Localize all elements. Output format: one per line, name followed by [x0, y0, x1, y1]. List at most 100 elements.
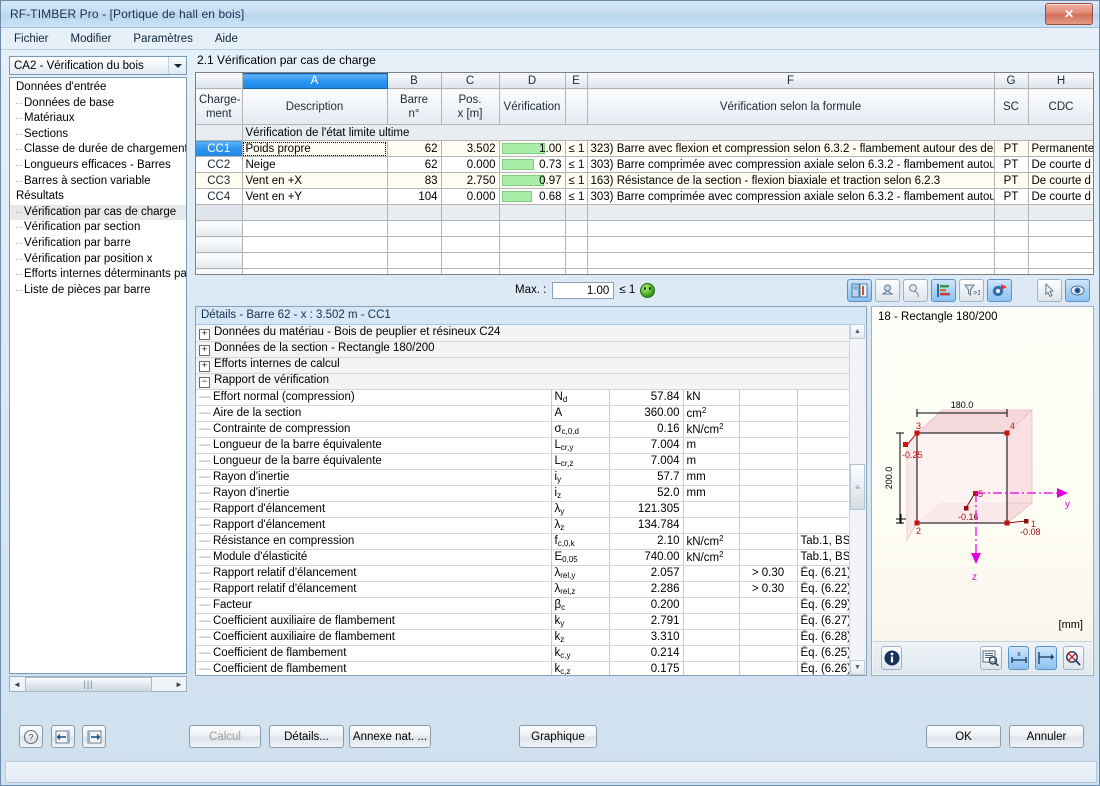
sidebar-item-7[interactable]: Résultats	[10, 189, 186, 205]
scroll-down-icon[interactable]: ▼	[850, 660, 865, 675]
table-zoom-button[interactable]	[980, 646, 1002, 670]
expand-icon[interactable]: +	[199, 361, 210, 372]
column-letter-B[interactable]: B	[387, 73, 442, 89]
sidebar-item-8[interactable]: ··· Vérification par cas de charge	[10, 204, 186, 221]
pointer-tool-button[interactable]	[1037, 278, 1062, 302]
column-letter-C[interactable]: C	[441, 73, 500, 89]
support-button[interactable]	[875, 278, 900, 302]
table-row[interactable]: CC3 Vent en +X 83 2.750 0.97 ≤ 1 163) Résistan…	[196, 172, 1093, 189]
details-group-row[interactable]: + Efforts internes de calcul	[196, 357, 866, 374]
info-button[interactable]	[881, 646, 903, 670]
cell-cdc[interactable]: De courte d	[1028, 172, 1093, 189]
table-row[interactable]: CC2 Neige 62 0.000 0.73 ≤ 1 303) Barre comprim…	[196, 156, 1093, 173]
row-header-CC1[interactable]: CC1	[196, 140, 243, 157]
row-header-CC2[interactable]: CC2	[196, 156, 243, 173]
scroll-left-icon[interactable]: ◄	[10, 677, 24, 691]
menu-fichier[interactable]: Fichier	[11, 32, 52, 46]
column-letter-H[interactable]: H	[1028, 73, 1093, 89]
sidebar-item-5[interactable]: ··· Longueurs efficaces - Barres	[10, 158, 186, 174]
cell-cdc[interactable]: De courte d	[1028, 188, 1093, 205]
cell-description[interactable]: Vent en +X	[242, 172, 388, 189]
table-row[interactable]: CC1 Poids propre 62 3.502 1.00 ≤ 1 323) Barre …	[196, 140, 1093, 157]
scroll-up-icon[interactable]: ▲	[850, 324, 865, 339]
details-row[interactable]: — Rapport d'élancement λz 134.784	[196, 517, 866, 534]
details-row[interactable]: — Longueur de la barre équivalente Lcr,y 7.…	[196, 437, 866, 454]
details-row[interactable]: — Aire de la section A 360.00 cm2	[196, 405, 866, 422]
row-header-CC4[interactable]: CC4	[196, 188, 243, 205]
row-header-CC3[interactable]: CC3	[196, 172, 243, 189]
previous-button[interactable]	[51, 725, 75, 748]
details-panel[interactable]: Détails - Barre 62 - x : 3.502 m - CC1 +…	[195, 306, 867, 676]
menu-parametres[interactable]: Paramètres	[130, 32, 195, 46]
cell-ratio[interactable]: 0.97	[499, 172, 566, 189]
collapse-icon[interactable]: −	[199, 377, 210, 388]
cell-cdc[interactable]: Permanente	[1028, 140, 1093, 157]
cell-barre[interactable]: 83	[387, 172, 442, 189]
column-letter-A[interactable]: A	[241, 73, 388, 89]
cell-formula[interactable]: 303) Barre comprimée avec compression ax…	[587, 156, 995, 173]
column-letter-F[interactable]: F	[587, 73, 995, 89]
chevron-down-icon[interactable]	[168, 57, 186, 74]
cell-description[interactable]: Poids propre	[242, 140, 388, 157]
view-mode-button[interactable]	[847, 278, 872, 302]
details-row[interactable]: — Rapport relatif d'élancement λrel,y 2.057…	[196, 565, 866, 582]
cell-sc[interactable]: PT	[994, 188, 1029, 205]
details-scrollbar-thumb[interactable]: ≡	[850, 464, 865, 510]
sidebar-item-11[interactable]: ··· Vérification par position x	[10, 252, 186, 268]
visibility-button[interactable]	[1065, 278, 1090, 302]
cell-description[interactable]: Vent en +Y	[242, 188, 388, 205]
expand-icon[interactable]: +	[199, 328, 210, 340]
details-vertical-scrollbar[interactable]: ▲ ≡ ▼	[849, 324, 866, 675]
details-row[interactable]: — Longueur de la barre équivalente Lcr,z 7.…	[196, 453, 866, 470]
sidebar-item-12[interactable]: ··· Efforts internes déterminants pa	[10, 267, 186, 283]
sidebar-item-2[interactable]: ··· Matériaux	[10, 111, 186, 127]
tree-horizontal-scrollbar[interactable]: ◄ ||| ►	[9, 676, 187, 692]
sidebar-item-6[interactable]: ··· Barres à section variable	[10, 174, 186, 190]
annexe-nationale-button[interactable]: Annexe nat. ...	[349, 725, 431, 748]
dimension-x-button[interactable]: x	[1007, 646, 1030, 670]
cell-barre[interactable]: 104	[387, 188, 442, 205]
cell-ratio[interactable]: 1.00	[499, 140, 566, 157]
cell-cdc[interactable]: De courte d	[1028, 156, 1093, 173]
cell-sc[interactable]: PT	[994, 156, 1029, 173]
navigation-tree[interactable]: Données d'entrée ··· Données de base ··· Mat…	[9, 77, 187, 674]
zoom-reset-button[interactable]	[1062, 646, 1085, 670]
module-select[interactable]: CA2 - Vérification du bois	[9, 56, 187, 75]
help-button[interactable]: ?	[19, 725, 43, 748]
cell-position[interactable]: 3.502	[441, 140, 500, 157]
annuler-button[interactable]: Annuler	[1009, 725, 1084, 748]
cell-sc[interactable]: PT	[994, 140, 1029, 157]
table-row[interactable]: CC4 Vent en +Y 104 0.000 0.68 ≤ 1 303) Barre c…	[196, 188, 1093, 205]
details-row[interactable]: — Rayon d'inertie iy 57.7 mm	[196, 469, 866, 486]
details-group-row[interactable]: + Données du matériau - Bois de peuplier …	[196, 325, 866, 342]
dimension-measure-button[interactable]	[1035, 646, 1057, 670]
details-row[interactable]: — Effort normal (compression) Nd 57.84 kN	[196, 389, 866, 406]
sidebar-item-0[interactable]: Données d'entrée	[10, 80, 186, 96]
sidebar-item-9[interactable]: ··· Vérification par section	[10, 220, 186, 236]
max-value-field[interactable]: 1.00	[552, 281, 615, 299]
cell-formula[interactable]: 303) Barre comprimée avec compression ax…	[587, 188, 995, 205]
scroll-right-icon[interactable]: ►	[172, 677, 186, 691]
column-letter-corner[interactable]	[196, 73, 243, 89]
section-drawing[interactable]: 180.0 200.0 3 4 2 1 5 -0.25 -0.16 -0.08 …	[872, 325, 1093, 625]
filter-button[interactable]	[903, 278, 928, 302]
sidebar-item-1[interactable]: ··· Données de base	[10, 96, 186, 112]
cell-ratio[interactable]: 0.73	[499, 156, 566, 173]
sidebar-item-10[interactable]: ··· Vérification par barre	[10, 236, 186, 252]
details-row[interactable]: — Coefficient auxiliaire de flambement kz 3…	[196, 629, 866, 646]
details-row[interactable]: — Coefficient de flambement kc,z 0.175 Éq. (…	[196, 661, 866, 675]
close-window-button[interactable]: ✕	[1045, 3, 1093, 25]
filter-greater-button[interactable]: >1	[959, 278, 984, 302]
cell-formula[interactable]: 163) Résistance de la section - flexion …	[587, 172, 995, 189]
expand-icon[interactable]: +	[199, 345, 210, 356]
details-row[interactable]: — Module d'élasticité E0,05 740.00 kN/cm2 Tab…	[196, 549, 866, 566]
details-group-row[interactable]: − Rapport de vérification	[196, 373, 866, 390]
diagram-button[interactable]	[931, 278, 956, 302]
cell-sc[interactable]: PT	[994, 172, 1029, 189]
column-letter-G[interactable]: G	[994, 73, 1029, 89]
sidebar-item-13[interactable]: ··· Liste de pièces par barre	[10, 283, 186, 299]
details-group-row[interactable]: + Données de la section - Rectangle 180/2…	[196, 341, 866, 358]
calcul-button[interactable]: Calcul	[189, 725, 261, 748]
cell-ratio[interactable]: 0.68	[499, 188, 566, 205]
cell-position[interactable]: 2.750	[441, 172, 500, 189]
